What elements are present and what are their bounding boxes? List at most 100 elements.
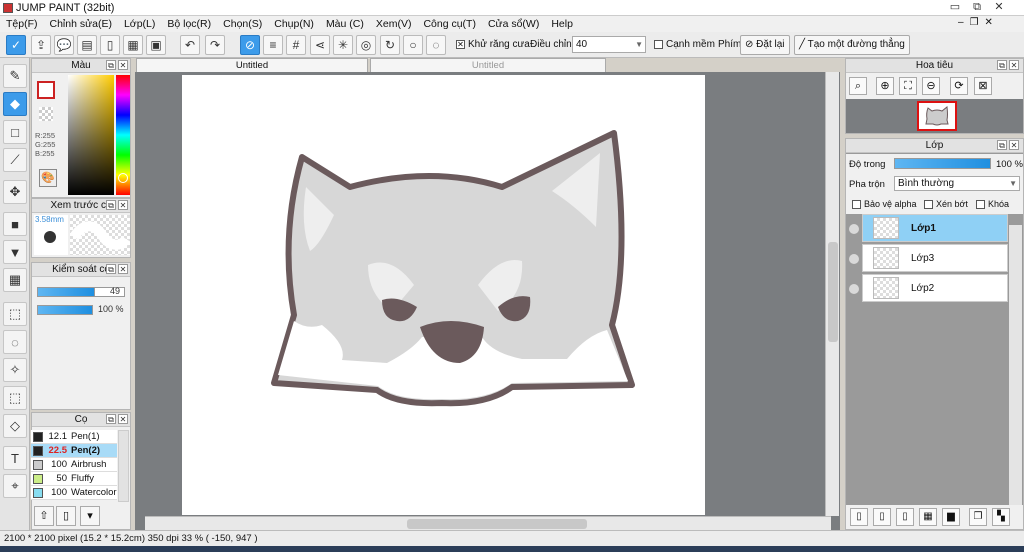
page-icon[interactable]: ▯: [100, 35, 120, 55]
text-tool-icon[interactable]: T: [3, 446, 27, 470]
canvas-horizontal-scrollbar[interactable]: [145, 516, 831, 530]
float-icon[interactable]: ⧉: [106, 414, 116, 424]
navigator-preview[interactable]: [846, 99, 1023, 133]
brush-tool-icon[interactable]: ✎: [3, 64, 27, 88]
close-panel-icon[interactable]: ✕: [118, 60, 128, 70]
protect-alpha-check-icon[interactable]: [852, 200, 861, 210]
rotate-icon[interactable]: ⟳: [950, 77, 968, 95]
brush-list-scrollbar[interactable]: [118, 430, 129, 502]
maximize-button[interactable]: ⧉: [966, 0, 988, 15]
circle-ruler-icon[interactable]: ◌: [426, 35, 446, 55]
layer-row[interactable]: Lớp3: [862, 244, 1008, 272]
minimize-button[interactable]: ▭: [944, 0, 966, 15]
float-icon[interactable]: ⧉: [106, 264, 116, 274]
zoom-in-icon[interactable]: ⊕: [876, 77, 894, 95]
close-button[interactable]: ✕: [988, 0, 1010, 15]
close-panel-icon[interactable]: ✕: [1009, 140, 1019, 150]
parallel-ruler-icon[interactable]: ≡: [263, 35, 283, 55]
lock-check-icon[interactable]: [976, 200, 985, 210]
rect-select-tool-icon[interactable]: ⬚: [3, 302, 27, 326]
float-icon[interactable]: ⧉: [997, 140, 1007, 150]
close-panel-icon[interactable]: ✕: [118, 264, 128, 274]
menu-item[interactable]: Màu (C): [326, 18, 364, 30]
layer-row[interactable]: Lớp1: [862, 214, 1008, 242]
menu-item[interactable]: Help: [551, 18, 573, 30]
brush-list-item[interactable]: 50Fluffy Wate: [31, 472, 117, 497]
menu-item[interactable]: Tệp(F): [6, 18, 38, 30]
mdi-close-icon[interactable]: ✕: [985, 17, 999, 28]
layer-menu-icon[interactable]: ▚: [992, 508, 1010, 526]
new-layer-icon[interactable]: ▯: [850, 508, 868, 526]
move-tool-icon[interactable]: ✥: [3, 180, 27, 204]
close-panel-icon[interactable]: ✕: [118, 414, 128, 424]
transparent-color-icon[interactable]: [39, 107, 53, 121]
brush-list-item[interactable]: 22.5 Pen(2): [31, 444, 117, 458]
layer-visibility-icon[interactable]: [849, 284, 859, 294]
concentric-ruler-icon[interactable]: ◎: [356, 35, 376, 55]
zoom-out-icon[interactable]: ⊖: [922, 77, 940, 95]
grid-ruler-icon[interactable]: #: [286, 35, 306, 55]
menu-item[interactable]: Lớp(L): [124, 18, 155, 30]
brush-list-item[interactable]: 12.1 Pen(1): [31, 430, 117, 444]
brush-menu-icon[interactable]: ▾: [80, 506, 100, 526]
lock-checkbox[interactable]: Khóa: [976, 199, 1009, 210]
no-ruler-icon[interactable]: ⊘: [240, 35, 260, 55]
soft-edge-check-icon[interactable]: [654, 39, 663, 49]
reset-view-icon[interactable]: ⊠: [974, 77, 992, 95]
frames-icon[interactable]: ▣: [146, 35, 166, 55]
gradient-tool-icon[interactable]: ▦: [3, 268, 27, 292]
navigator-viewport[interactable]: [917, 101, 957, 131]
float-icon[interactable]: ⧉: [106, 60, 116, 70]
rectangle-tool-icon[interactable]: □: [3, 120, 27, 144]
redo-icon[interactable]: ↷: [205, 35, 225, 55]
float-icon[interactable]: ⧉: [997, 60, 1007, 70]
brush-new-icon[interactable]: ▯: [56, 506, 76, 526]
blend-mode-select[interactable]: Bình thường ▼: [894, 176, 1020, 191]
clip-checkbox[interactable]: Xén bớt: [924, 199, 968, 210]
vertical-scroll-thumb[interactable]: [828, 242, 838, 342]
layer-row[interactable]: Lớp2: [862, 274, 1008, 302]
menu-item[interactable]: Cửa sổ(W): [488, 18, 539, 30]
fill-rect-tool-icon[interactable]: ■: [3, 212, 27, 236]
ellipse-ruler-icon[interactable]: ○: [403, 35, 423, 55]
primary-color-swatch[interactable]: [37, 81, 55, 99]
select-mode-icon[interactable]: ✓: [6, 35, 26, 55]
palette-icon[interactable]: 🎨: [39, 169, 57, 187]
lasso-tool-icon[interactable]: ◌: [3, 330, 27, 354]
fit-window-icon[interactable]: ⛶: [899, 77, 917, 95]
new-tone-layer-icon[interactable]: ▦: [919, 508, 937, 526]
menu-item[interactable]: Chỉnh sửa(E): [50, 18, 112, 30]
hue-cursor[interactable]: [118, 173, 128, 183]
tab-untitled-active[interactable]: Untitled: [136, 58, 368, 73]
canvas-vertical-scrollbar[interactable]: [825, 72, 839, 516]
reset-button[interactable]: ⊘ Đặt lại: [740, 35, 790, 55]
speech-bubble-icon[interactable]: 💬: [54, 35, 74, 55]
protect-alpha-checkbox[interactable]: Bảo vệ alpha: [852, 199, 917, 210]
menu-item[interactable]: Chụp(N): [274, 18, 314, 30]
layer-visibility-icon[interactable]: [849, 224, 859, 234]
layer-opacity-slider[interactable]: [894, 158, 991, 169]
menu-item[interactable]: Bộ lọc(R): [167, 18, 211, 30]
canvas-workspace[interactable]: [135, 72, 840, 530]
menu-item[interactable]: Chọn(S): [223, 18, 262, 30]
saturation-value-picker[interactable]: [68, 75, 114, 195]
clip-check-icon[interactable]: [924, 200, 933, 210]
close-panel-icon[interactable]: ✕: [118, 200, 128, 210]
close-panel-icon[interactable]: ✕: [1009, 60, 1019, 70]
new-vector-layer-icon[interactable]: ▯: [873, 508, 891, 526]
float-icon[interactable]: ⧉: [106, 200, 116, 210]
undo-icon[interactable]: ↶: [180, 35, 200, 55]
export-icon[interactable]: ⇪: [31, 35, 51, 55]
tab-untitled-inactive[interactable]: Untitled: [370, 58, 606, 73]
mdi-restore-icon[interactable]: ❐: [970, 17, 985, 28]
brush-opacity-slider[interactable]: [37, 305, 93, 315]
menu-item[interactable]: Xem(V): [376, 18, 412, 30]
eraser-tool-icon[interactable]: ◆: [3, 92, 27, 116]
antialias-check-icon[interactable]: ✕: [456, 39, 465, 49]
magic-wand-tool-icon[interactable]: ✧: [3, 358, 27, 382]
perspective-ruler-icon[interactable]: ⋖: [310, 35, 330, 55]
zoom-fit-icon[interactable]: ⌕: [849, 77, 867, 95]
horizontal-scroll-thumb[interactable]: [407, 519, 587, 529]
brush-list-item[interactable]: 100 Airbrush: [31, 458, 117, 472]
eyedropper-tool-icon[interactable]: ⌖: [3, 474, 27, 498]
